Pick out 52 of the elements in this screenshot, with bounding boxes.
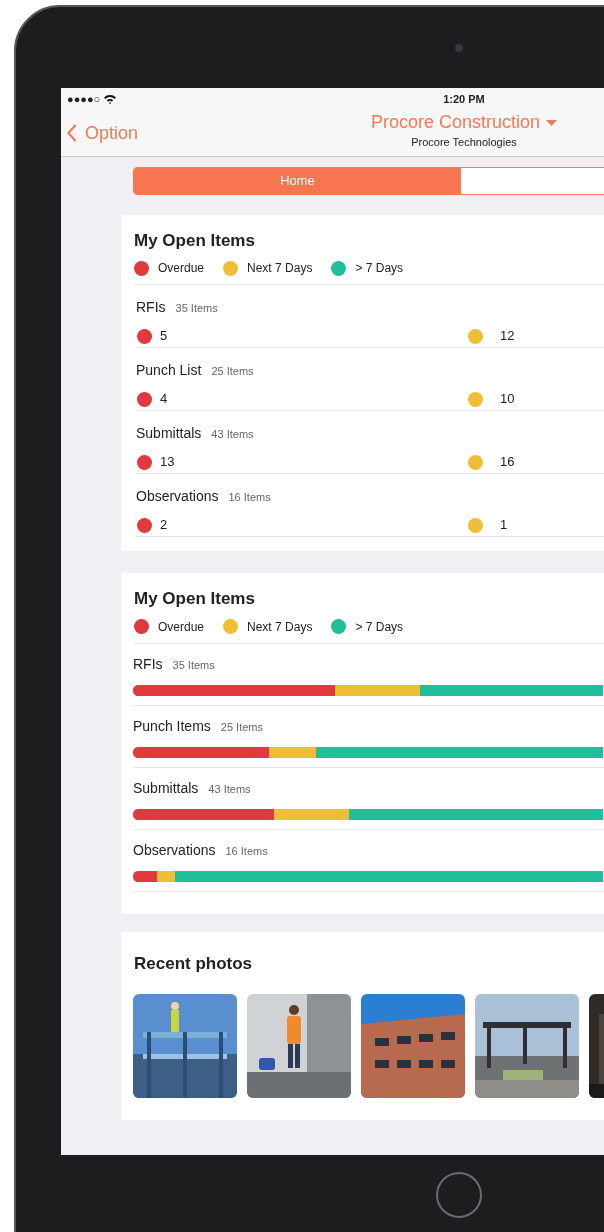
item-count: 25 Items [211, 365, 254, 378]
legend-label: > 7 Days [355, 618, 404, 636]
item-count: 16 Items [225, 844, 268, 857]
overdue-count: 2 [160, 516, 168, 535]
upcoming-count: 1 [500, 516, 508, 535]
item-count: 35 Items [172, 658, 215, 671]
category-name: Submittals [136, 425, 202, 442]
upcoming-count: 10 [500, 390, 515, 409]
category-name: Observations [133, 841, 216, 858]
category-name: Punch Items [133, 717, 211, 734]
category-name: Observations [136, 488, 219, 505]
signal-strength: ●●●●○ [67, 91, 101, 107]
item-count: 43 Items [211, 428, 254, 441]
category-name: RFIs [136, 299, 166, 316]
home-button[interactable] [436, 1172, 482, 1218]
item-count: 35 Items [175, 302, 218, 315]
category-name: RFIs [133, 655, 163, 672]
item-count: 16 Items [228, 491, 271, 504]
camera-lens [455, 43, 463, 52]
legend-label: Overdue [158, 260, 205, 278]
chevron-icon [67, 124, 77, 142]
card-title: My Open Items [134, 589, 256, 610]
status-dot [468, 391, 483, 407]
back-button[interactable]: Option [61, 118, 145, 148]
overdue-count: 5 [160, 327, 168, 346]
status-dot [137, 454, 152, 470]
project-selector[interactable]: Procore Construction [370, 112, 558, 134]
status-dot [137, 517, 152, 533]
overdue-count: 13 [160, 453, 175, 472]
legend-label: Next 7 Days [247, 618, 313, 636]
status-time: 1:20 PM [443, 92, 485, 105]
status-dot [468, 454, 483, 470]
status-dot [468, 517, 483, 533]
legend-label: > 7 Days [355, 260, 404, 278]
caret-icon [546, 119, 558, 126]
status-dot [468, 328, 483, 344]
category-name: Punch List [136, 362, 202, 379]
card-title: Recent photos [134, 953, 254, 975]
legend-label: Overdue [158, 618, 205, 636]
status-dot [137, 391, 152, 407]
item-count: 43 Items [208, 782, 251, 795]
upcoming-count: 12 [500, 327, 515, 346]
upcoming-count: 16 [500, 453, 515, 472]
status-dot [137, 328, 152, 344]
card-title: My Open Items [134, 231, 256, 252]
segment-tab[interactable]: Home [134, 168, 461, 194]
item-count: 25 Items [220, 720, 263, 733]
legend-label: Next 7 Days [247, 260, 313, 278]
company-name: Procore Technologies [411, 134, 517, 150]
overdue-count: 4 [160, 390, 168, 409]
wifi-icon [104, 94, 117, 104]
category-name: Submittals [133, 779, 199, 796]
